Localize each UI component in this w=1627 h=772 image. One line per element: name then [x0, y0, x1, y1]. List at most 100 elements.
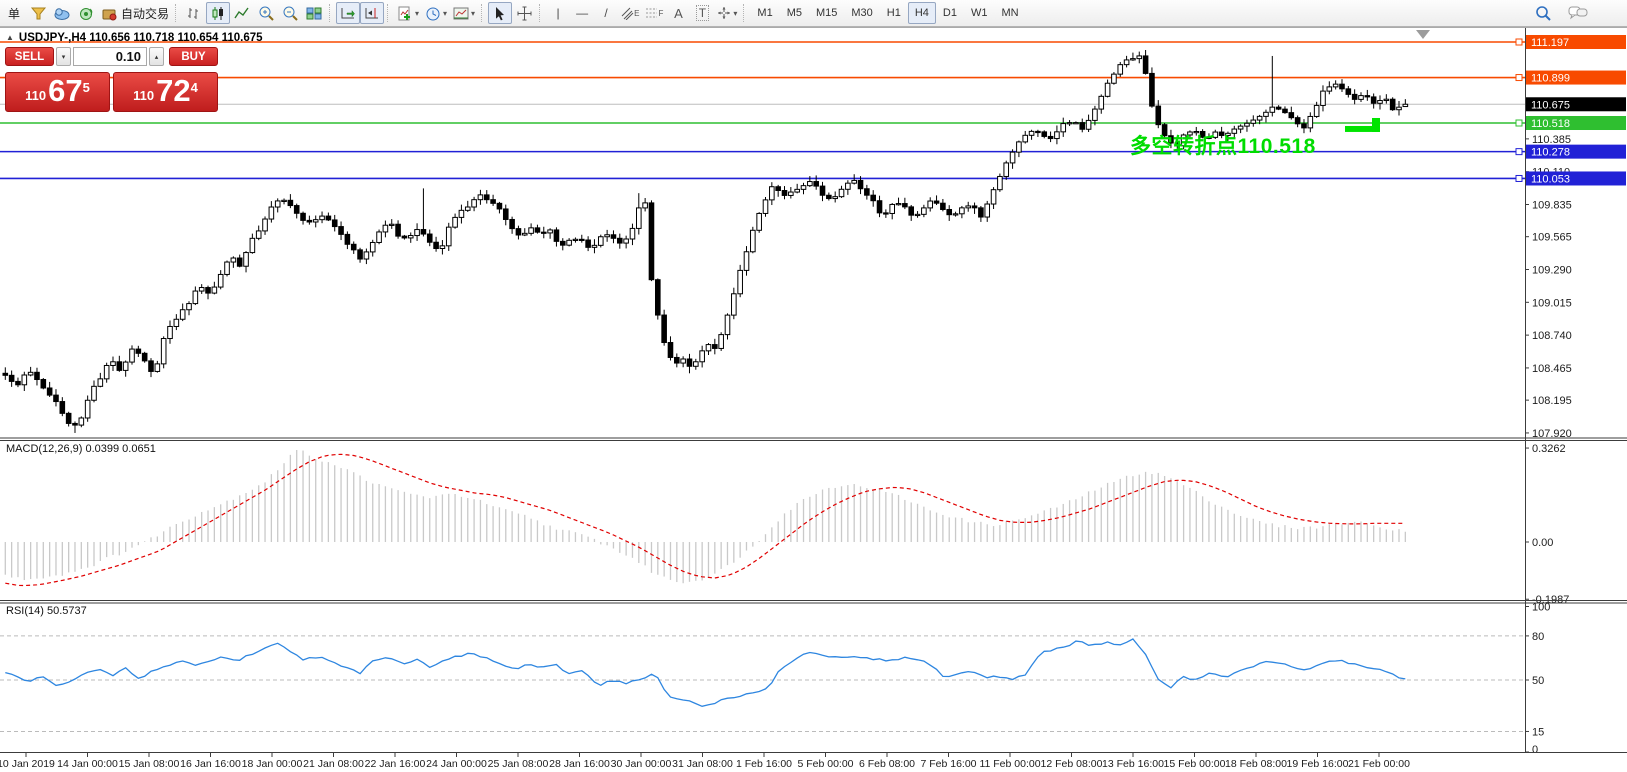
timeframe-h1[interactable]: H1	[880, 2, 908, 24]
indicators-button[interactable]: ▾	[394, 2, 422, 24]
candle-body	[737, 269, 743, 295]
trendline-tool-button[interactable]: /	[594, 2, 618, 24]
macd-signal-line	[5, 453, 1406, 587]
candle-body	[97, 378, 104, 387]
periods-button[interactable]: ▾	[422, 2, 450, 24]
vertical-line-tool-button[interactable]: |	[546, 2, 570, 24]
toolbar-grip	[481, 4, 485, 22]
search-icon[interactable]	[1531, 2, 1555, 24]
timeframe-w1[interactable]: W1	[964, 2, 995, 24]
candle-body	[344, 233, 351, 245]
rsi-line	[5, 638, 1406, 707]
candle-body	[1073, 122, 1079, 125]
templates-button[interactable]: ▾	[450, 2, 478, 24]
candle-body	[1111, 73, 1117, 84]
timeframe-h4[interactable]: H4	[907, 2, 936, 24]
chat-icon[interactable]	[1565, 2, 1591, 24]
candle-body	[15, 380, 21, 386]
candle-body	[553, 229, 560, 242]
candlestick-chart-type-button[interactable]	[206, 2, 231, 24]
candle-body	[1288, 112, 1295, 119]
volume-input[interactable]	[73, 47, 147, 66]
time-tick-label: 18 Feb 08:00	[1225, 758, 1287, 770]
collapse-panel-icon[interactable]: ▲	[6, 33, 14, 42]
text-tool-button[interactable]: A	[666, 2, 690, 24]
volume-up-button[interactable]: ▴	[149, 47, 164, 66]
timeframe-m30[interactable]: M30	[844, 2, 879, 24]
time-tick-label: 1 Feb 16:00	[736, 758, 792, 770]
fibonacci-tool-button[interactable]: F	[642, 2, 666, 24]
candle-body	[205, 287, 211, 294]
candle-body	[1016, 141, 1022, 153]
level-line-handle[interactable]	[1515, 74, 1523, 82]
zoom-out-button[interactable]	[278, 2, 302, 24]
candle-body	[262, 218, 268, 232]
candle-body	[813, 181, 819, 187]
sell-button[interactable]: SELL	[5, 47, 54, 66]
equidistant-channel-tool-button[interactable]: E	[618, 2, 642, 24]
buy-price-box[interactable]: 110 72 4	[113, 72, 218, 112]
candle-body	[8, 374, 15, 382]
macd-pane[interactable]	[4, 449, 1406, 587]
green-zone-marker-riser[interactable]	[1372, 117, 1380, 132]
toolbar: 单 自动交易 ▾ ▾ ▾ | — / E F A T ▾ M1 M5 M15 M…	[0, 0, 1627, 27]
toolbar-right-group	[1531, 2, 1591, 24]
market-watch-icon[interactable]	[26, 2, 50, 24]
buy-button[interactable]: BUY	[169, 47, 218, 66]
sell-price-box[interactable]: 110 67 5	[5, 72, 110, 112]
zoom-in-button[interactable]	[254, 2, 278, 24]
level-line-handle[interactable]	[1515, 174, 1523, 182]
price-axis[interactable]: 110.385110.110109.835109.565109.290109.0…	[1525, 28, 1626, 756]
candle-body	[420, 229, 427, 235]
timeframe-d1[interactable]: D1	[936, 2, 964, 24]
rsi-pane[interactable]	[0, 635, 1525, 732]
candle-body	[794, 188, 800, 193]
candle-body	[1098, 95, 1105, 110]
timeframe-m5[interactable]: M5	[780, 2, 809, 24]
price-badge-111.197-label: 111.197	[1531, 37, 1569, 49]
level-line-handle[interactable]	[1515, 119, 1523, 127]
level-line-handle[interactable]	[1515, 38, 1523, 46]
crosshair-tool-button[interactable]	[512, 2, 536, 24]
text-label-tool-button[interactable]: T	[690, 2, 714, 24]
strategy-tester-icon[interactable]	[74, 2, 98, 24]
data-window-icon[interactable]	[50, 2, 74, 24]
rsi-pane-label: RSI(14) 50.5737	[6, 605, 87, 617]
tile-windows-button[interactable]	[302, 2, 326, 24]
timeframe-mn[interactable]: MN	[994, 2, 1025, 24]
candle-body	[864, 188, 870, 196]
time-tick-label: 16 Jan 16:00	[180, 758, 241, 770]
arrows-tool-button[interactable]: ▾	[714, 2, 740, 24]
candle-body	[1237, 125, 1244, 130]
time-tick-label: 15 Jan 08:00	[119, 758, 180, 770]
auto-scroll-button[interactable]	[336, 2, 361, 24]
candle-body	[1370, 96, 1377, 104]
chart-canvas[interactable]: 110.385110.110109.835109.565109.290109.0…	[0, 0, 1627, 772]
volume-down-button[interactable]: ▾	[56, 47, 71, 66]
candle-body	[72, 422, 78, 426]
candle-body	[84, 399, 91, 419]
timeframe-m1[interactable]: M1	[750, 2, 779, 24]
price-pane[interactable]	[0, 30, 1525, 433]
turning-point-annotation[interactable]: 多空转折点110.518	[1130, 130, 1316, 160]
line-chart-type-button[interactable]	[230, 2, 254, 24]
time-axis[interactable]: 10 Jan 2019 14 Jan 00:00 15 Jan 08:00 16 Ja…	[0, 753, 1410, 770]
candle-body	[578, 238, 585, 242]
cursor-tool-button[interactable]	[488, 2, 513, 24]
candle-body	[382, 224, 389, 233]
chart-shift-marker[interactable]	[1416, 30, 1430, 39]
candle-body	[135, 348, 142, 354]
channel-letter: E	[634, 8, 640, 18]
candle-body	[597, 236, 604, 246]
new-order-button[interactable]: 单	[2, 2, 26, 24]
candle-body	[319, 215, 325, 221]
auto-trading-button[interactable]: 自动交易	[98, 2, 172, 24]
bar-chart-type-button[interactable]	[182, 2, 206, 24]
timeframe-m15[interactable]: M15	[809, 2, 844, 24]
chart-shift-button[interactable]	[360, 2, 385, 24]
level-line-handle[interactable]	[1515, 148, 1523, 156]
new-order-label: 单	[7, 6, 20, 21]
candle-body	[559, 240, 566, 246]
horizontal-line-tool-button[interactable]: —	[570, 2, 594, 24]
candle-body	[122, 361, 129, 371]
